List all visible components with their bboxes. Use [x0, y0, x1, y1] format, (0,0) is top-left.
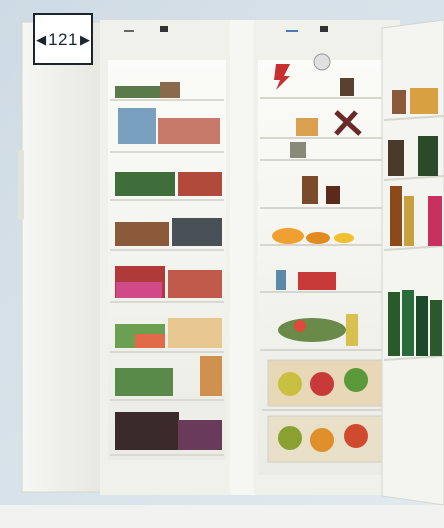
page-number: 121 — [48, 29, 78, 49]
center-divider — [230, 20, 254, 495]
triangle-right-icon[interactable]: ▶ — [80, 33, 90, 46]
page-number-badge: ◀ 121 ▶ — [33, 13, 93, 65]
fridge-interior — [258, 60, 388, 475]
fridge-photo — [0, 0, 444, 528]
triangle-left-icon[interactable]: ◀ — [36, 33, 46, 46]
floor-strip — [0, 505, 444, 528]
left-door — [21, 21, 111, 493]
door-handle — [18, 150, 24, 220]
